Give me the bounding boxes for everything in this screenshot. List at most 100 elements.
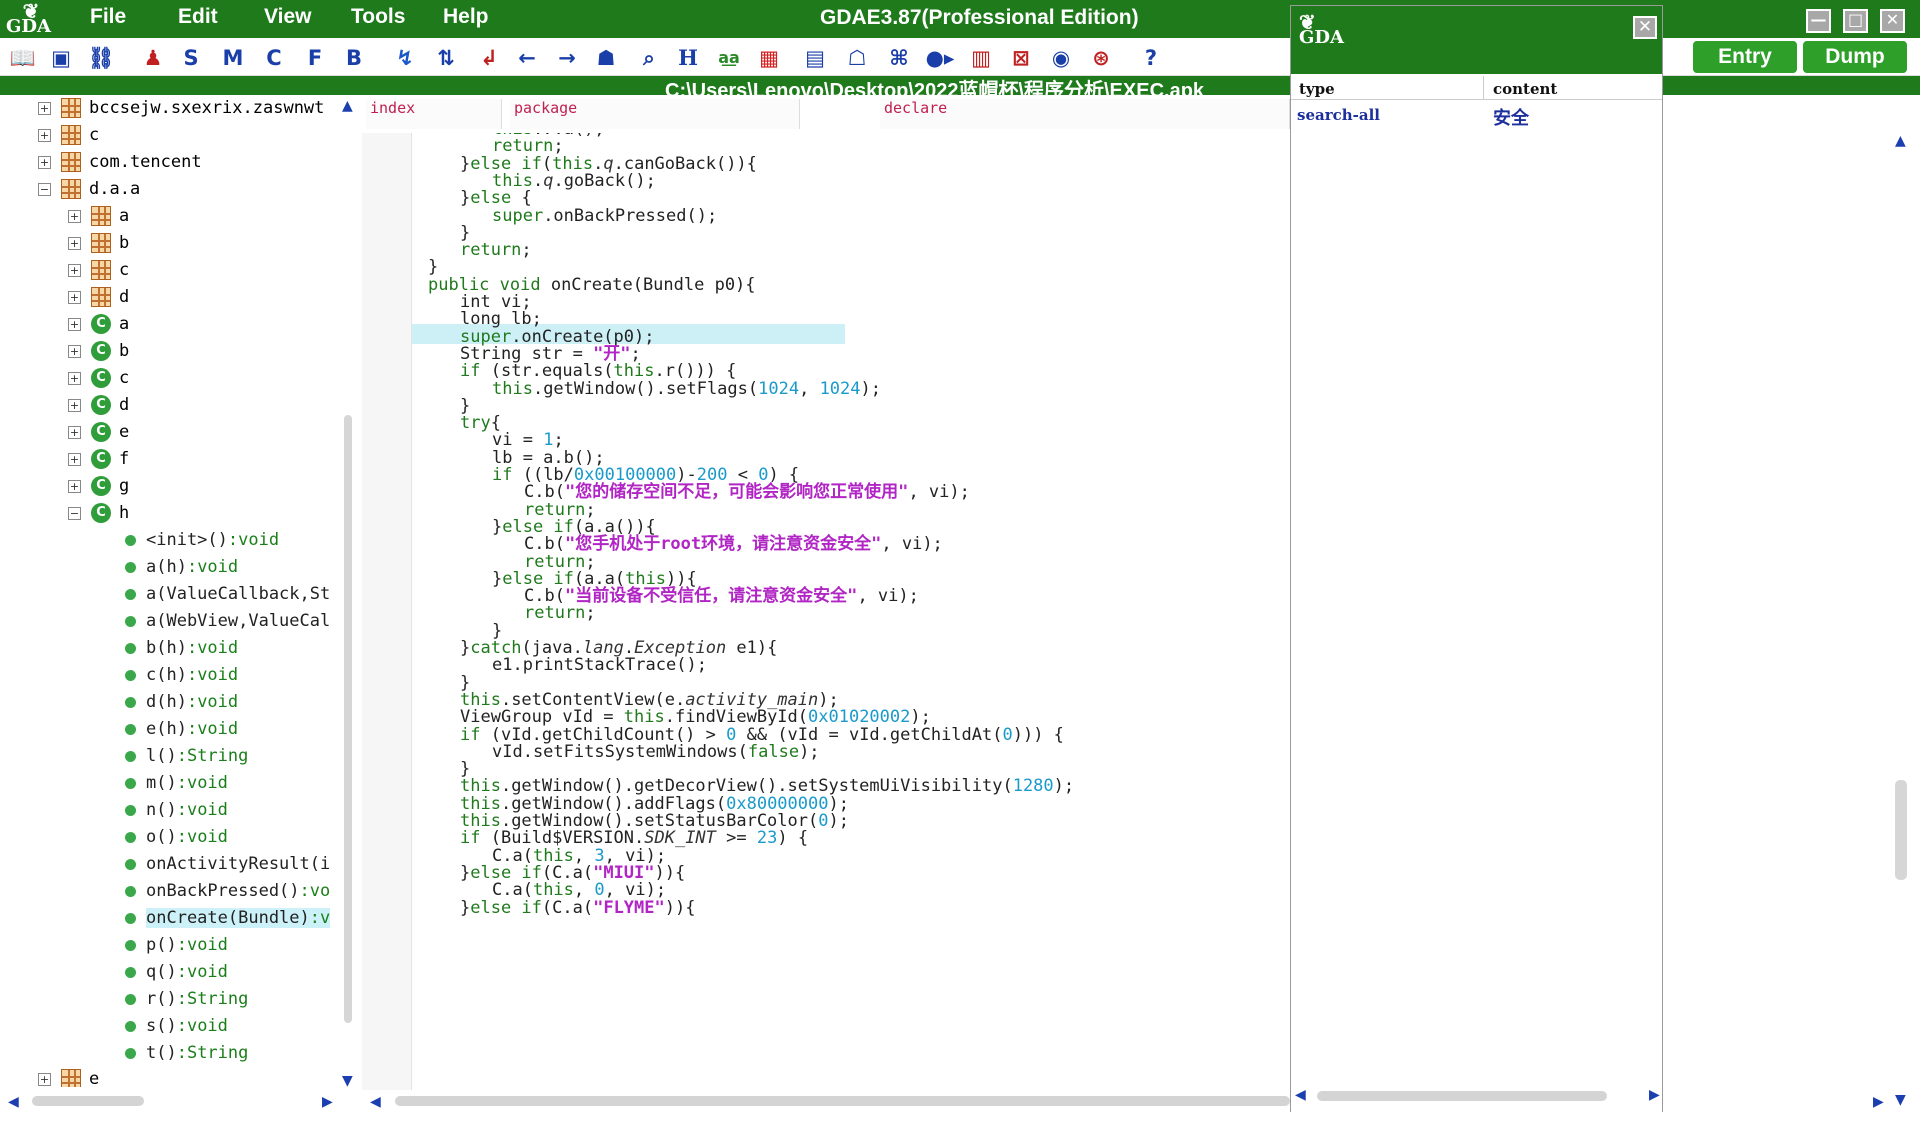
right-scroll-down-arrow-icon[interactable]: ▼ xyxy=(1895,1092,1906,1108)
method-item[interactable]: e(h):void xyxy=(125,716,238,743)
content-column-header[interactable]: content xyxy=(1493,80,1557,98)
expand-icon[interactable]: + xyxy=(68,317,81,331)
expand-icon[interactable]: + xyxy=(68,452,81,466)
xml-icon[interactable]: ▤ xyxy=(800,44,830,72)
expand-icon[interactable]: + xyxy=(38,155,51,169)
android-bug-icon[interactable]: ☗ xyxy=(591,44,621,72)
method-item[interactable]: p():void xyxy=(125,932,228,959)
tree-vertical-scrollbar[interactable] xyxy=(344,415,352,1023)
method-item[interactable]: a(WebView,ValueCal xyxy=(125,608,335,635)
tree-item[interactable]: + a xyxy=(68,203,129,230)
right-scroll-up-arrow-icon[interactable]: ▲ xyxy=(1895,133,1906,149)
text-search-icon[interactable]: a͟a xyxy=(714,44,744,72)
search-doc-icon[interactable]: ⌕ xyxy=(634,44,664,72)
grid-icon[interactable]: ▥ xyxy=(966,44,996,72)
right-vertical-scrollbar[interactable] xyxy=(1895,780,1907,880)
tree-item[interactable]: + b xyxy=(68,230,129,257)
method-item[interactable]: onActivityResult(i xyxy=(125,851,335,878)
code-horizontal-scrollbar[interactable] xyxy=(395,1096,1290,1106)
strings-button[interactable]: S xyxy=(176,44,206,72)
tree-item[interactable]: + bccsejw.sxexrix.zaswnwt xyxy=(38,95,324,122)
tree-item[interactable]: + Cg xyxy=(68,473,129,500)
collapse-icon[interactable]: − xyxy=(68,506,81,520)
minimize-button[interactable]: — xyxy=(1806,9,1831,33)
method-item-selected[interactable]: onCreate(Bundle):v xyxy=(125,905,335,932)
scroll-down-arrow-icon[interactable]: ▼ xyxy=(342,1073,353,1089)
menu-edit[interactable]: Edit xyxy=(178,5,218,29)
expand-icon[interactable]: + xyxy=(38,1072,51,1086)
menu-tools[interactable]: Tools xyxy=(351,5,405,29)
expand-icon[interactable]: + xyxy=(68,425,81,439)
declare-column[interactable]: declare xyxy=(880,99,1290,129)
method-item[interactable]: o():void xyxy=(125,824,228,851)
scroll-left-arrow-icon[interactable]: ◀ xyxy=(8,1094,19,1110)
code-scroll-left-arrow-icon[interactable]: ◀ xyxy=(370,1094,381,1110)
return-icon[interactable]: ↲ xyxy=(474,44,504,72)
tree-item[interactable]: + Cd xyxy=(68,392,129,419)
save-icon[interactable]: ▣ xyxy=(46,44,76,72)
method-item[interactable]: onBackPressed():vo xyxy=(125,878,335,905)
methods-button[interactable]: M xyxy=(218,44,248,72)
jump-icon[interactable]: ↯ xyxy=(390,44,420,72)
back-arrow-icon[interactable]: ← xyxy=(512,44,542,72)
method-item[interactable]: <init>():void xyxy=(125,527,279,554)
maximize-button[interactable]: □ xyxy=(1843,9,1868,33)
color-grid-icon[interactable]: ▦ xyxy=(754,44,784,72)
android-icon[interactable]: ☖ xyxy=(842,44,872,72)
method-item[interactable]: d(h):void xyxy=(125,689,238,716)
expand-icon[interactable]: + xyxy=(68,479,81,493)
tree-item[interactable]: − d.a.a xyxy=(38,176,140,203)
method-item[interactable]: q():void xyxy=(125,959,228,986)
method-item[interactable]: t():String xyxy=(125,1040,248,1067)
menu-view[interactable]: View xyxy=(264,5,311,29)
expand-icon[interactable]: + xyxy=(68,398,81,412)
tree-item[interactable]: + Ca xyxy=(68,311,129,338)
expand-icon[interactable]: + xyxy=(68,236,81,250)
expand-icon[interactable]: + xyxy=(68,371,81,385)
method-item[interactable]: b(h):void xyxy=(125,635,238,662)
result-row[interactable]: search-all 安全 xyxy=(1291,104,1662,129)
tree-item[interactable]: + e xyxy=(38,1069,99,1087)
crossed-icon[interactable]: ⊠ xyxy=(1006,44,1036,72)
dialog-close-button[interactable]: ✕ xyxy=(1633,16,1657,39)
link-icon[interactable]: ⛓ xyxy=(86,44,116,72)
tree-item[interactable]: + c xyxy=(68,257,129,284)
menu-help[interactable]: Help xyxy=(443,5,489,29)
dialog-scroll-left-arrow-icon[interactable]: ◀ xyxy=(1295,1087,1306,1103)
expand-icon[interactable]: + xyxy=(38,101,51,115)
collapse-icon[interactable]: − xyxy=(38,182,51,196)
tree-item[interactable]: + Cc xyxy=(68,365,129,392)
dialog-horizontal-scrollbar[interactable] xyxy=(1317,1091,1607,1101)
method-item[interactable]: s():void xyxy=(125,1013,228,1040)
tree-horizontal-scrollbar[interactable] xyxy=(32,1096,144,1106)
eye-icon[interactable]: ◉ xyxy=(1046,44,1076,72)
expand-icon[interactable]: + xyxy=(38,128,51,142)
tree-item[interactable]: + Cb xyxy=(68,338,129,365)
person-icon[interactable]: ♟ xyxy=(138,44,168,72)
expand-icon[interactable]: + xyxy=(68,344,81,358)
tree-item[interactable]: + c xyxy=(38,122,99,149)
header-button[interactable]: H xyxy=(673,44,703,72)
right-scroll-right-arrow-icon[interactable]: ▶ xyxy=(1873,1094,1884,1110)
forward-arrow-icon[interactable]: → xyxy=(552,44,582,72)
tree-item[interactable]: + com.tencent xyxy=(38,149,202,176)
scroll-right-arrow-icon[interactable]: ▶ xyxy=(322,1094,333,1110)
tree-item[interactable]: + d xyxy=(68,284,129,311)
type-column-header[interactable]: type xyxy=(1299,80,1335,98)
method-item[interactable]: n():void xyxy=(125,797,228,824)
branch-icon[interactable]: ⇅ xyxy=(431,44,461,72)
fields-button[interactable]: F xyxy=(300,44,330,72)
method-item[interactable]: c(h):void xyxy=(125,662,238,689)
method-item[interactable]: a(h):void xyxy=(125,554,238,581)
method-item[interactable]: m():void xyxy=(125,770,228,797)
menu-file[interactable]: File xyxy=(90,5,126,29)
tree-item[interactable]: + Ce xyxy=(68,419,129,446)
close-button[interactable]: ✕ xyxy=(1880,9,1905,33)
expand-icon[interactable]: + xyxy=(68,290,81,304)
help-icon[interactable]: ? xyxy=(1136,44,1166,72)
dump-button[interactable]: Dump xyxy=(1803,41,1907,73)
package-column[interactable]: package xyxy=(510,99,800,129)
dialog-scroll-right-arrow-icon[interactable]: ▶ xyxy=(1649,1087,1660,1103)
method-item[interactable]: l():String xyxy=(125,743,248,770)
scroll-up-arrow-icon[interactable]: ▲ xyxy=(342,98,353,114)
